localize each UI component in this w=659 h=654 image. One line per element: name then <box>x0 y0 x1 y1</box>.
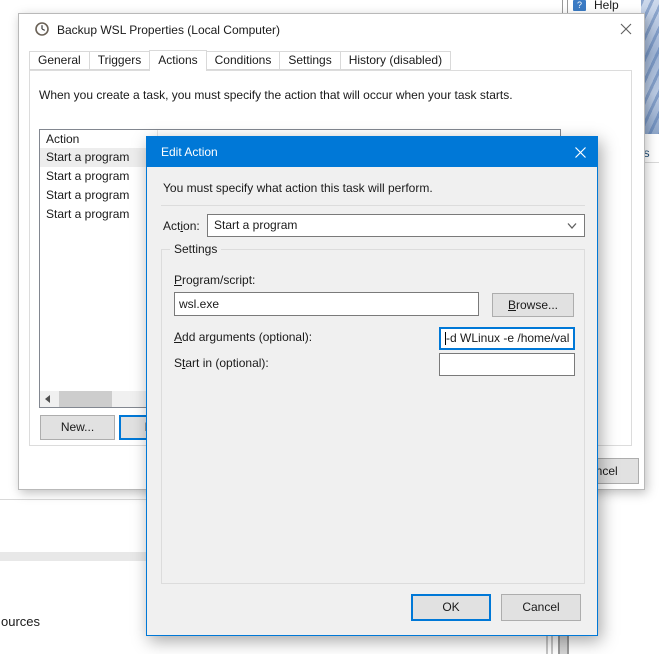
background-scrollbar-line <box>551 636 553 654</box>
edit-action-dialog: Edit Action You must specify what action… <box>146 136 598 636</box>
separator <box>161 205 585 206</box>
help-icon[interactable]: ? <box>573 0 586 11</box>
pane-separator-line <box>567 0 568 13</box>
add-arguments-input[interactable]: -d WLinux -e /home/val <box>439 327 575 350</box>
scrollbar-thumb[interactable] <box>59 391 112 407</box>
new-action-button[interactable]: New... <box>40 415 115 440</box>
actions-description: When you create a task, you must specify… <box>39 88 624 102</box>
settings-groupbox: Settings Program/script: wsl.exe Browse.… <box>161 249 585 584</box>
edit-action-titlebar[interactable]: Edit Action <box>147 137 597 167</box>
column-header-action[interactable]: Action <box>46 132 79 146</box>
label-text: rowse... <box>516 298 558 312</box>
label-text: Act <box>163 219 180 233</box>
start-in-input[interactable] <box>439 353 575 376</box>
edit-instruction: You must specify what action this task w… <box>163 181 433 195</box>
properties-titlebar[interactable]: Backup WSL Properties (Local Computer) <box>19 14 644 44</box>
browse-button[interactable]: Browse... <box>492 293 574 317</box>
background-scrollbar-thumb <box>558 636 569 654</box>
add-arguments-label: Add arguments (optional): <box>174 330 312 344</box>
close-icon[interactable] <box>573 145 588 160</box>
tab-triggers[interactable]: Triggers <box>89 51 151 70</box>
label-text: on: <box>183 219 200 233</box>
add-arguments-value: -d WLinux -e /home/val <box>446 329 569 348</box>
help-menu-label[interactable]: Help <box>594 0 619 12</box>
close-icon[interactable] <box>618 21 634 37</box>
pane-separator-line <box>562 0 563 13</box>
start-in-label: Start in (optional): <box>174 356 269 370</box>
label-mnemonic: B <box>508 298 516 312</box>
edit-action-body: You must specify what action this task w… <box>147 167 597 636</box>
action-type-value: Start a program <box>214 218 297 232</box>
label-text: rogram/script: <box>182 273 255 287</box>
tab-conditions[interactable]: Conditions <box>206 51 281 70</box>
action-type-dropdown[interactable]: Start a program <box>207 214 585 237</box>
background-divider <box>0 499 147 500</box>
program-script-input[interactable]: wsl.exe <box>174 292 479 316</box>
program-script-label: Program/script: <box>174 273 255 287</box>
cancel-button[interactable]: Cancel <box>501 594 581 621</box>
chevron-down-icon <box>567 222 577 230</box>
label-mnemonic: P <box>174 273 182 287</box>
settings-legend: Settings <box>170 242 221 256</box>
tab-history[interactable]: History (disabled) <box>340 51 451 70</box>
tab-general[interactable]: General <box>29 51 90 70</box>
edit-action-title: Edit Action <box>161 145 218 159</box>
tab-settings[interactable]: Settings <box>279 51 340 70</box>
background-text-fragment: ources <box>1 614 40 629</box>
ok-button[interactable]: OK <box>411 594 491 621</box>
scroll-left-arrow[interactable] <box>40 391 57 407</box>
action-label: Action: <box>163 219 200 233</box>
label-mnemonic: A <box>174 330 182 344</box>
label-text: art in (optional): <box>185 356 268 370</box>
background-scrollbar-line <box>546 636 548 654</box>
left-arrow-icon <box>45 395 50 403</box>
background-band <box>0 552 147 561</box>
task-scheduler-clock-icon <box>35 22 49 36</box>
tab-actions[interactable]: Actions <box>149 50 206 71</box>
label-text: dd arguments (optional): <box>182 330 312 344</box>
tab-strip: General Triggers Actions Conditions Sett… <box>29 49 451 70</box>
label-text: S <box>174 356 182 370</box>
properties-dialog-title: Backup WSL Properties (Local Computer) <box>57 23 280 37</box>
